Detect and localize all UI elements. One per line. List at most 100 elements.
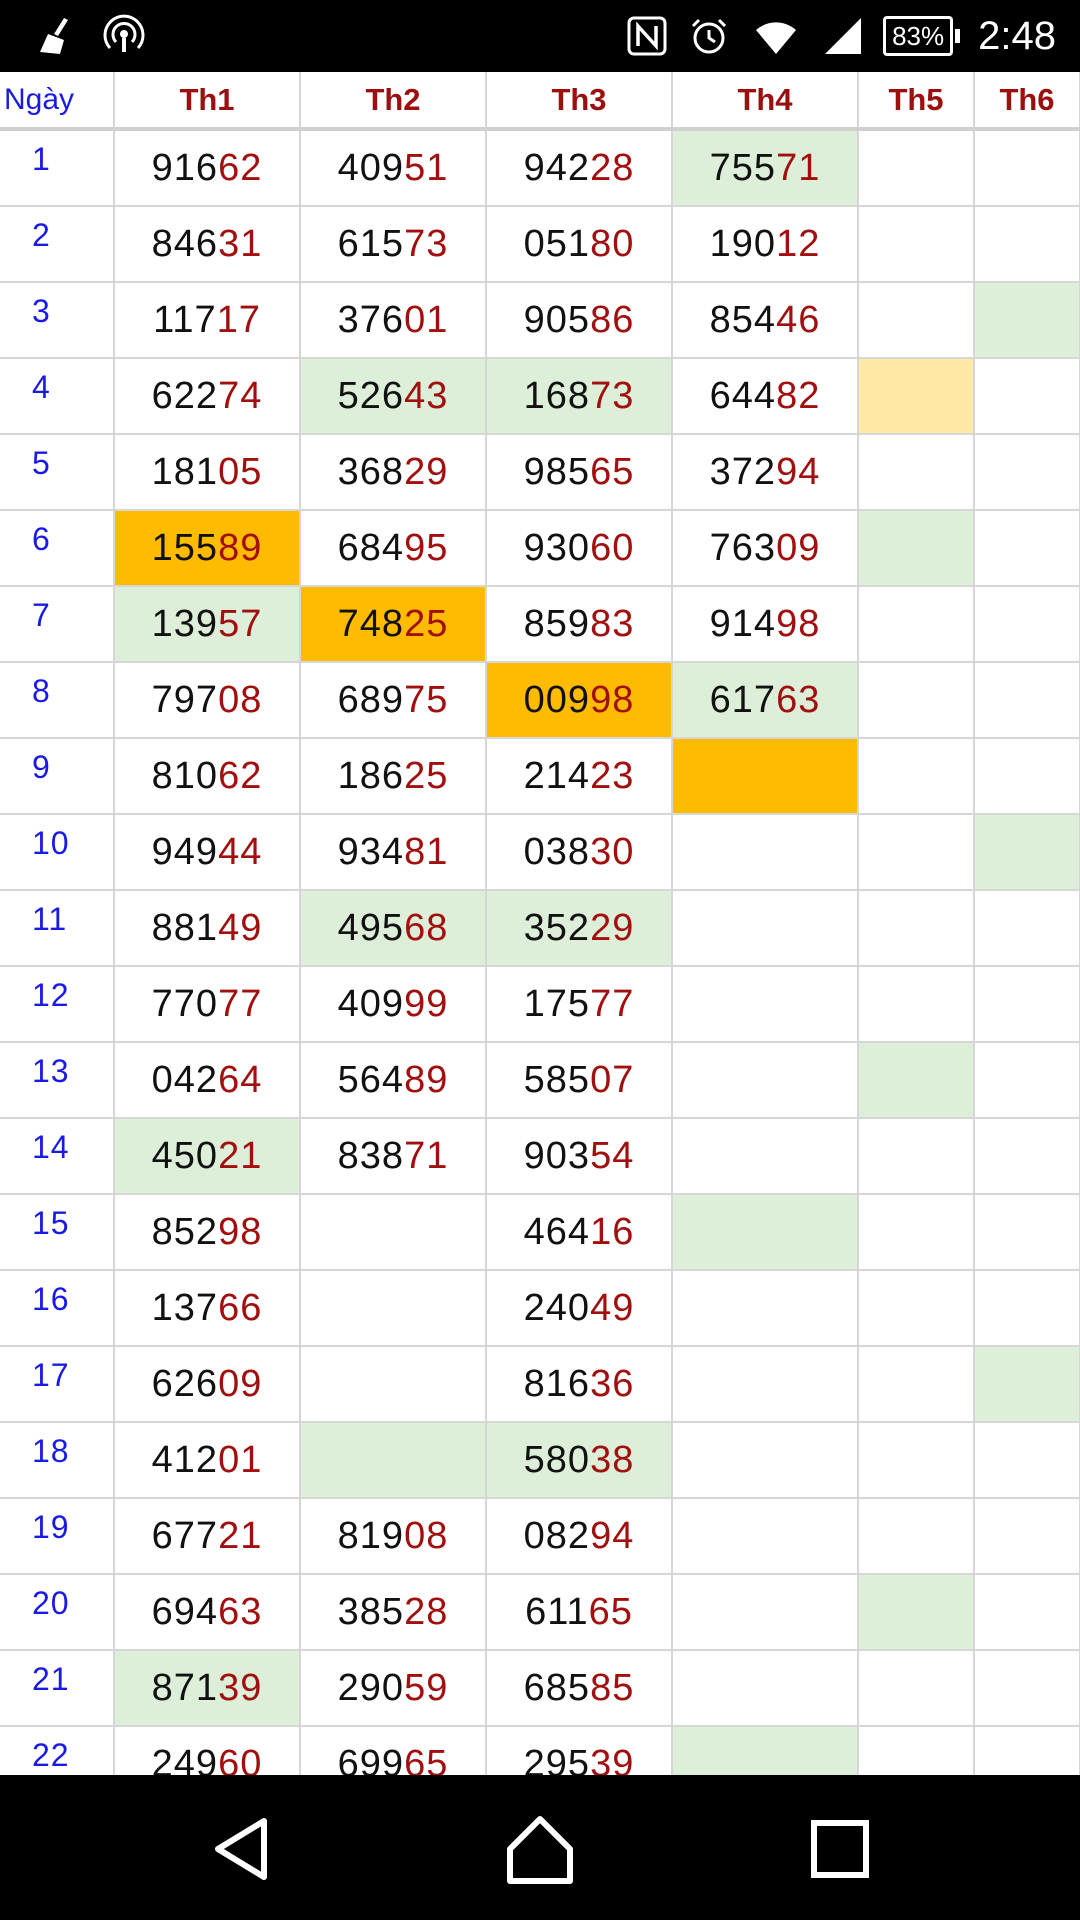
battery-icon: 83%	[883, 16, 961, 56]
result-cell-th2: 68495	[300, 510, 487, 587]
table-row: 14 45021 83871 90354	[0, 1118, 1080, 1195]
table-row: 20 69463 38528 61165	[0, 1574, 1080, 1651]
number-prefix: 580	[523, 1438, 591, 1481]
result-cell-th2: 56489	[300, 1042, 487, 1119]
table-row: 2 84631 61573 05180 19012	[0, 206, 1080, 283]
result-cell-th2: 69965	[300, 1726, 487, 1776]
result-cell-th6	[974, 1194, 1080, 1271]
number-prefix: 684	[337, 526, 405, 569]
result-cell-th4: 76309	[672, 510, 859, 587]
table-row: 15 85298 46416	[0, 1194, 1080, 1271]
results-table-container[interactable]: Ngày Th1 Th2 Th3 Th4 Th5 Th6 1 91662 40951…	[0, 72, 1080, 1775]
result-cell-th5	[858, 1726, 975, 1775]
result-cell-th1: 69463	[114, 1574, 301, 1651]
day-cell: 2	[0, 206, 115, 283]
number-prefix: 810	[151, 754, 219, 797]
day-cell: 7	[0, 586, 115, 663]
number-prefix: 985	[523, 450, 591, 493]
result-cell-th2	[300, 1270, 487, 1347]
result-cell-th2	[300, 1194, 487, 1271]
number-prefix: 677	[151, 1514, 219, 1557]
number-suffix: 09	[776, 526, 821, 569]
result-cell-th2: 81908	[300, 1498, 487, 1575]
table-row: 13 04264 56489 58507	[0, 1042, 1080, 1119]
table-row: 6 15589 68495 93060 76309	[0, 510, 1080, 587]
result-cell-th4	[672, 1422, 859, 1499]
result-cell-th3: 85983	[486, 586, 673, 663]
result-cell-th4: 61763	[672, 662, 859, 739]
result-cell-th6	[974, 510, 1080, 587]
number-prefix: 685	[523, 1666, 591, 1709]
result-cell-th1: 79708	[114, 662, 301, 739]
day-cell: 13	[0, 1042, 115, 1119]
result-cell-th5	[858, 1270, 975, 1347]
number-prefix: 385	[337, 1590, 405, 1633]
day-cell: 20	[0, 1574, 115, 1651]
number-suffix: 75	[404, 678, 449, 721]
number-prefix: 409	[337, 982, 405, 1025]
number-prefix: 852	[151, 1210, 219, 1253]
wifi-hotspot-icon	[103, 14, 145, 52]
result-cell-th4: 75571	[672, 129, 859, 207]
result-cell-th6	[974, 966, 1080, 1043]
number-suffix: 30	[590, 830, 635, 873]
day-cell: 19	[0, 1498, 115, 1575]
result-cell-th1: 18105	[114, 434, 301, 511]
number-suffix: 16	[590, 1210, 635, 1253]
day-cell: 5	[0, 434, 115, 511]
number-suffix: 07	[590, 1058, 635, 1101]
result-cell-th5	[858, 434, 975, 511]
number-suffix: 17	[216, 298, 261, 341]
number-suffix: 82	[776, 374, 821, 417]
day-cell: 4	[0, 358, 115, 435]
number-prefix: 409	[337, 146, 405, 189]
home-icon[interactable]	[502, 1811, 578, 1887]
number-suffix: 71	[776, 146, 821, 189]
number-suffix: 28	[404, 1590, 449, 1633]
number-suffix: 05	[218, 450, 263, 493]
number-prefix: 755	[709, 146, 777, 189]
number-prefix: 117	[153, 298, 217, 341]
number-prefix: 190	[709, 222, 777, 265]
number-suffix: 74	[218, 374, 263, 417]
result-cell-th6	[974, 738, 1080, 815]
result-cell-th1: 15589	[114, 510, 301, 587]
result-cell-th2: 40999	[300, 966, 487, 1043]
result-cell-th3: 98565	[486, 434, 673, 511]
number-suffix: 63	[776, 678, 821, 721]
back-icon[interactable]	[204, 1811, 280, 1887]
number-suffix: 01	[404, 298, 449, 341]
result-cell-th5	[858, 1042, 975, 1119]
number-prefix: 644	[709, 374, 777, 417]
number-suffix: 57	[218, 602, 263, 645]
day-cell: 1	[0, 129, 115, 207]
number-suffix: 68	[404, 906, 449, 949]
result-cell-th6	[974, 1422, 1080, 1499]
number-suffix: 59	[404, 1666, 449, 1709]
table-row: 19 67721 81908 08294	[0, 1498, 1080, 1575]
number-prefix: 846	[151, 222, 219, 265]
number-prefix: 854	[709, 298, 777, 341]
result-cell-th3: 61165	[486, 1574, 673, 1651]
number-prefix: 564	[337, 1058, 405, 1101]
result-cell-th3: 00998	[486, 662, 673, 739]
number-suffix: 65	[404, 1742, 449, 1776]
number-suffix: 12	[776, 222, 821, 265]
number-suffix: 65	[590, 450, 635, 493]
number-prefix: 372	[709, 450, 777, 493]
number-prefix: 376	[337, 298, 405, 341]
number-prefix: 626	[151, 1362, 219, 1405]
table-row: 7 13957 74825 85983 91498	[0, 586, 1080, 663]
result-cell-th2: 18625	[300, 738, 487, 815]
number-prefix: 240	[523, 1286, 591, 1329]
result-cell-th1: 87139	[114, 1650, 301, 1727]
result-cell-th2: 49568	[300, 890, 487, 967]
result-cell-th2: 83871	[300, 1118, 487, 1195]
number-prefix: 450	[151, 1134, 219, 1177]
recents-icon[interactable]	[802, 1811, 878, 1887]
day-cell: 15	[0, 1194, 115, 1271]
number-prefix: 051	[523, 222, 591, 265]
result-cell-th6	[974, 1270, 1080, 1347]
result-cell-th1: 41201	[114, 1422, 301, 1499]
result-cell-th2	[300, 1346, 487, 1423]
